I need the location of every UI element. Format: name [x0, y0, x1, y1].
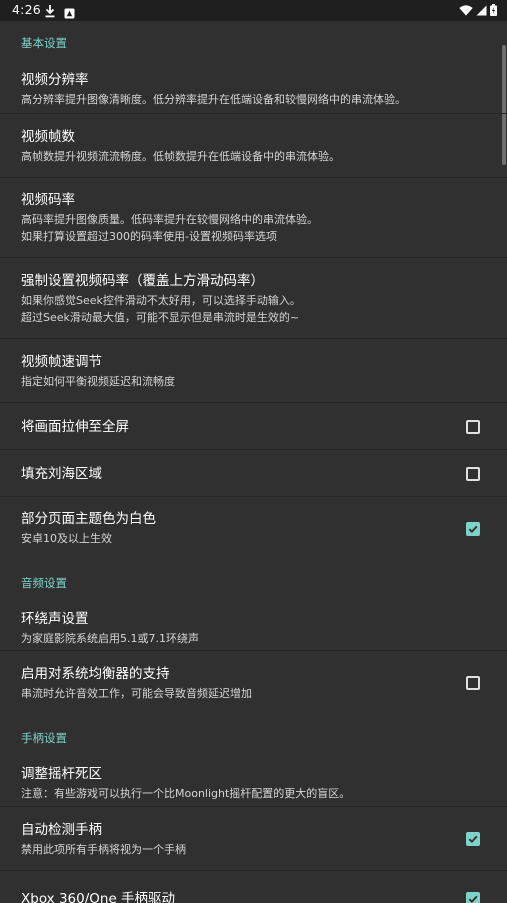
status-indicators — [459, 3, 497, 17]
pref-summary: 串流时允许音效工作，可能会导致音频延迟增加 — [21, 686, 252, 700]
status-bar: 4:26 — [0, 0, 507, 21]
pref-white-theme[interactable]: 部分页面主题色为白色 安卓10及以上生效 — [0, 497, 507, 560]
pref-summary: 安卓10及以上生效 — [21, 532, 112, 545]
pref-title: 启用对系统均衡器的支持 — [21, 665, 170, 682]
pref-title: 视频码率 — [21, 192, 75, 208]
fill-notch-checkbox[interactable] — [466, 466, 480, 481]
white-theme-checkbox[interactable] — [466, 521, 480, 536]
xbox-driver-checkbox[interactable] — [466, 892, 480, 903]
pref-summary: 注意：有些游戏可以执行一个比Moonlight摇杆配置的更大的盲区。 — [21, 787, 351, 800]
pref-stretch-fullscreen[interactable]: 将画面拉伸至全屏 — [0, 403, 507, 450]
checkmark-icon — [468, 835, 478, 844]
pref-frame-pacing[interactable]: 视频帧速调节 指定如何平衡视频延迟和流畅度 — [0, 339, 507, 403]
pref-title: 自动检测手柄 — [21, 821, 102, 838]
pref-title: 强制设置视频码率（覆盖上方滑动码率） — [21, 272, 264, 289]
auto-detect-gamepad-checkbox[interactable] — [466, 832, 480, 846]
pref-title: 部分页面主题色为白色 — [21, 511, 156, 527]
pref-summary: 高分辨率提升图像清晰度。低分辨率提升在低端设备和较慢网络中的串流体验。 — [21, 93, 406, 106]
wifi-icon — [459, 4, 473, 16]
category-basic-header: 基本设置 — [21, 36, 67, 50]
pref-summary: 如果你感觉Seek控件滑动不太好用，可以选择手动输入。 超过Seek滑动最大值，… — [21, 292, 437, 326]
pref-video-bitrate[interactable]: 视频码率 高码率提升图像质量。低码率提升在较慢网络中的串流体验。 如果打算设置超… — [0, 178, 507, 258]
checkmark-icon — [468, 525, 478, 533]
stretch-fullscreen-checkbox[interactable] — [466, 419, 480, 434]
pref-video-resolution[interactable]: 视频分辨率 高分辨率提升图像清晰度。低分辨率提升在低端设备和较慢网络中的串流体验… — [0, 65, 507, 114]
pref-title: 填充刘海区域 — [21, 465, 102, 482]
pref-summary-line: 超过Seek滑动最大值，可能不显示但是串流时是生效的~ — [21, 310, 300, 324]
pref-summary: 高帧数提升视频流流畅度。低帧数提升在低端设备中的串流体验。 — [21, 149, 340, 163]
pref-surround-sound[interactable]: 环绕声设置 为家庭影院系统启用5.1或7.1环绕声 — [0, 605, 507, 651]
signal-icon — [476, 5, 487, 15]
pref-title: 环绕声设置 — [21, 610, 89, 627]
category-audio-header: 音频设置 — [21, 575, 67, 590]
pref-summary-line: 高码率提升图像质量。低码率提升在较慢网络中的串流体验。 — [21, 213, 318, 226]
system-equalizer-checkbox[interactable] — [466, 676, 480, 690]
app-notification-icon — [64, 4, 75, 19]
pref-stick-deadzone[interactable]: 调整摇杆死区 注意：有些游戏可以执行一个比Moonlight摇杆配置的更大的盲区… — [0, 760, 507, 807]
pref-summary: 禁用此项所有手柄将视为一个手柄 — [21, 842, 186, 856]
pref-title: 调整摇杆死区 — [21, 766, 102, 782]
download-icon — [44, 3, 56, 18]
checkmark-icon — [468, 895, 478, 903]
pref-title: 将画面拉伸至全屏 — [21, 418, 129, 435]
pref-summary: 高码率提升图像质量。低码率提升在较慢网络中的串流体验。 如果打算设置超过300的… — [21, 211, 437, 245]
pref-fill-notch[interactable]: 填充刘海区域 — [0, 450, 507, 497]
pref-summary-line: 如果你感觉Seek控件滑动不太好用，可以选择手动输入。 — [21, 293, 301, 307]
settings-list[interactable]: 基本设置 视频分辨率 高分辨率提升图像清晰度。低分辨率提升在低端设备和较慢网络中… — [0, 21, 507, 903]
pref-summary: 为家庭影院系统启用5.1或7.1环绕声 — [21, 631, 199, 645]
pref-summary: 指定如何平衡视频延迟和流畅度 — [21, 374, 175, 388]
pref-title: 视频分辨率 — [21, 72, 89, 88]
category-gamepad-header: 手柄设置 — [21, 730, 67, 745]
pref-auto-detect-gamepad[interactable]: 自动检测手柄 禁用此项所有手柄将视为一个手柄 — [0, 807, 507, 871]
status-time: 4:26 — [12, 2, 41, 17]
pref-title: Xbox 360/One 手柄驱动 — [21, 891, 176, 903]
pref-force-bitrate[interactable]: 强制设置视频码率（覆盖上方滑动码率） 如果你感觉Seek控件滑动不太好用，可以选… — [0, 258, 507, 339]
pref-title: 视频帧速调节 — [21, 353, 102, 370]
pref-system-equalizer[interactable]: 启用对系统均衡器的支持 串流时允许音效工作，可能会导致音频延迟增加 — [0, 651, 507, 715]
pref-title: 视频帧数 — [21, 128, 75, 145]
pref-video-framerate[interactable]: 视频帧数 高帧数提升视频流流畅度。低帧数提升在低端设备中的串流体验。 — [0, 114, 507, 178]
pref-summary-line: 如果打算设置超过300的码率使用-设置视频码率选项 — [21, 230, 277, 243]
battery-icon — [490, 4, 497, 16]
pref-xbox-driver[interactable]: Xbox 360/One 手柄驱动 — [0, 871, 507, 903]
